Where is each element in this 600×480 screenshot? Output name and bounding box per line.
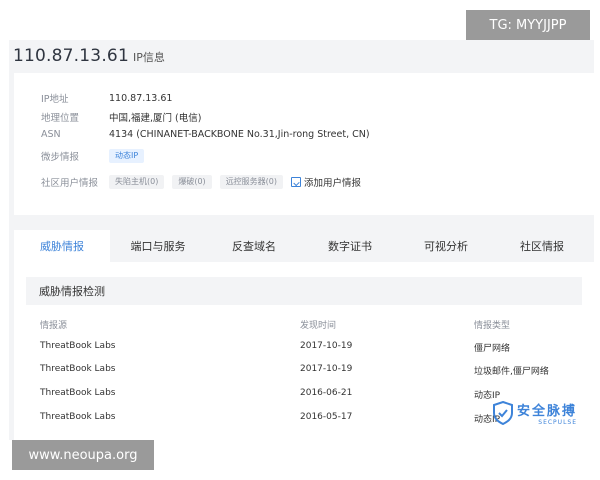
asn-value: 4134 (CHINANET-BACKBONE No.31,Jin-rong S… [109,129,370,140]
row-time: 2017-10-19 [300,364,353,374]
col-header-type: 情报类型 [474,321,511,331]
info-row-asn: ASN 4134 (CHINANET-BACKBONE No.31,Jin-ro… [41,129,370,140]
dynamic-ip-tag[interactable]: 动态IP [109,149,145,163]
ip-value: 110.87.13.61 [109,92,173,104]
tab-community-intel[interactable]: 社区情报 [494,230,590,262]
tab-certificates[interactable]: 数字证书 [302,230,398,262]
ip-heading-subtitle: IP信息 [132,51,165,64]
panel-title: 威胁情报检测 [26,277,582,305]
shield-icon [493,401,513,425]
ip-label: IP地址 [41,94,69,105]
tab-visual-analysis[interactable]: 可视分析 [398,230,494,262]
row-time: 2016-06-21 [300,388,353,398]
add-user-intel-label: 添加用户情报 [304,178,362,189]
community-tag-compromised[interactable]: 失陷主机(0) [109,175,165,189]
community-label: 社区用户情报 [41,178,99,189]
geo-label: 地理位置 [41,113,80,124]
info-row-geo: 地理位置 中国,福建,厦门 (电信) [41,110,201,124]
info-row-ip: IP地址 110.87.13.61 [41,91,173,106]
col-header-time: 发现时间 [300,321,337,331]
add-intel-icon [291,177,302,187]
ip-info-card: IP地址 110.87.13.61 地理位置 中国,福建,厦门 (电信) ASN… [14,73,594,215]
add-user-intel-link[interactable]: 添加用户情报 [291,175,361,189]
tab-threat-intel[interactable]: 威胁情报 [14,230,110,262]
tab-ports-services[interactable]: 端口与服务 [110,230,206,262]
row-time: 2016-05-17 [300,412,353,422]
community-tag-c2[interactable]: 远控服务器(0) [219,175,284,189]
row-source: ThreatBook Labs [40,341,116,351]
watermark-tg: TG: MYYJJPP [466,10,590,40]
row-type: 僵尸网络 [474,344,511,354]
community-tag-bruteforce[interactable]: 爆破(0) [172,175,212,189]
asn-label: ASN [41,129,61,140]
info-row-community: 社区用户情报 失陷主机(0) 爆破(0) 远控服务器(0) 添加用户情报 [41,175,361,189]
page-title: 110.87.13.61 IP信息 [13,46,165,66]
intel-label: 微步情报 [41,152,80,163]
row-type: 垃圾邮件,僵尸网络 [474,367,549,377]
row-time: 2017-10-19 [300,341,353,351]
ip-heading: 110.87.13.61 [13,46,129,66]
row-source: ThreatBook Labs [40,364,116,374]
info-row-intel: 微步情报 动态IP [41,149,145,163]
geo-value: 中国,福建,厦门 (电信) [109,113,202,124]
row-source: ThreatBook Labs [40,412,116,422]
logo-text-en: SECPULSE [538,419,578,426]
row-source: ThreatBook Labs [40,388,116,398]
col-header-source: 情报源 [40,321,68,331]
logo-text-cn: 安全脉搏 [517,404,578,419]
tab-bar: 威胁情报 端口与服务 反查域名 数字证书 可视分析 社区情报 [14,230,594,262]
watermark-site: www.neoupa.org [12,440,154,470]
tab-reverse-domain[interactable]: 反查域名 [206,230,302,262]
secpulse-logo: 安全脉搏 SECPULSE [493,400,577,426]
